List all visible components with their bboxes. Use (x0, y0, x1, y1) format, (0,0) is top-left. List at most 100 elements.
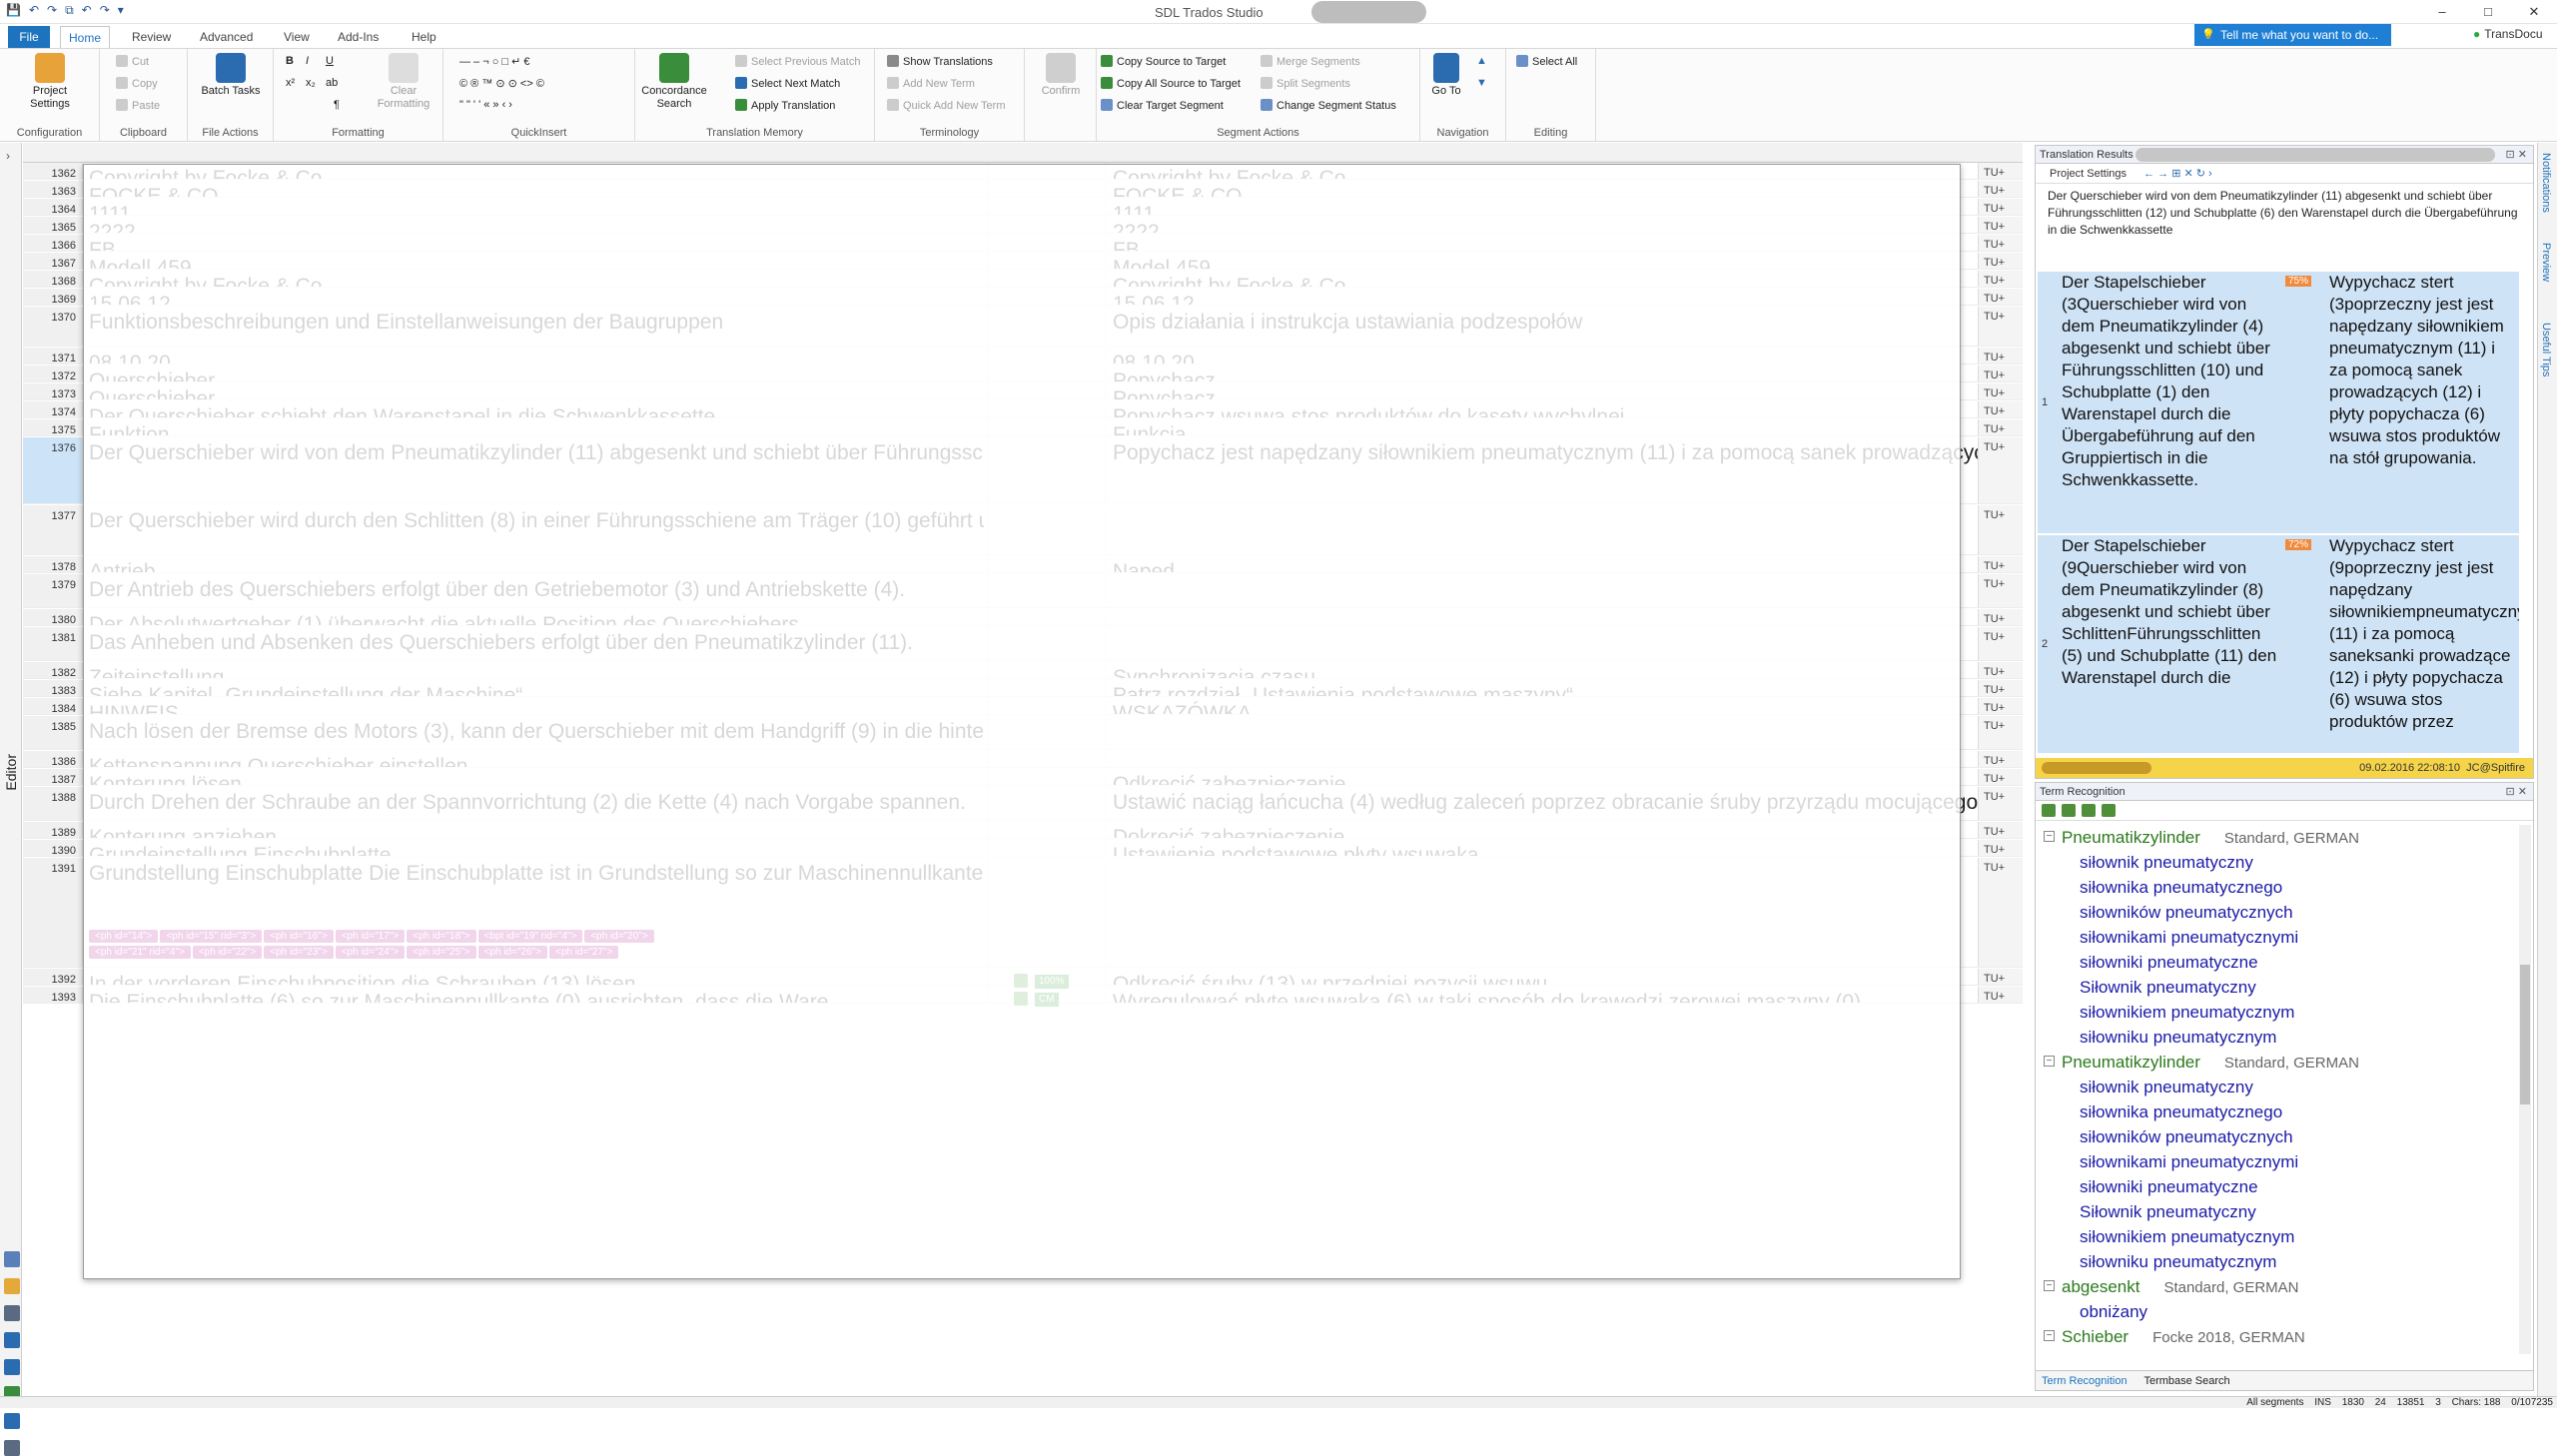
termbase-icon-2[interactable] (2062, 804, 2076, 817)
quickinsert-row-3[interactable]: " " ' ' « » ‹ › (459, 99, 512, 111)
segment-number[interactable]: 1385 (23, 716, 83, 749)
term-translation[interactable]: Siłownik pneumatyczny (2044, 975, 2513, 1000)
term-translation[interactable]: siłownika pneumatycznego (2044, 1099, 2513, 1124)
tab-review[interactable]: Review (124, 26, 179, 48)
segment-number[interactable]: 1371 (23, 348, 83, 364)
paste-button[interactable]: Paste (116, 99, 160, 112)
undo-icon-2[interactable]: ↶ (82, 3, 92, 18)
segment-number[interactable]: 1377 (23, 505, 83, 554)
change-segment-status-button[interactable]: Change Segment Status (1261, 99, 1396, 112)
tab-advanced[interactable]: Advanced (192, 26, 261, 48)
term-translation[interactable]: siłownikiem pneumatycznym (2044, 1000, 2513, 1025)
segment-number[interactable]: 1389 (23, 822, 83, 839)
segment-number[interactable]: 1364 (23, 199, 83, 216)
segment-number[interactable]: 1374 (23, 401, 83, 418)
redo-icon[interactable]: ↷ (47, 3, 57, 18)
strikethrough-button[interactable]: ab (326, 77, 338, 89)
tools-icon[interactable] (4, 1440, 20, 1456)
tab-help[interactable]: Help (404, 26, 444, 48)
preview-tab[interactable]: Preview (2540, 243, 2552, 282)
useful-tips-tab[interactable]: Useful Tips (2540, 323, 2552, 376)
term-translation[interactable]: Element przesuwny (2044, 1349, 2513, 1354)
term-scrollbar[interactable] (2519, 825, 2531, 1354)
segment-number[interactable]: 1388 (23, 787, 83, 820)
segment-number[interactable]: 1391 (23, 858, 83, 967)
segment-number[interactable]: 1390 (23, 840, 83, 857)
subscript-button[interactable]: x₂ (306, 77, 316, 89)
segment-number[interactable]: 1386 (23, 751, 83, 768)
collapse-icon[interactable]: − (2044, 1056, 2055, 1067)
term-pane-controls[interactable]: ⊡ ✕ (2506, 783, 2528, 801)
show-formatting-button[interactable]: ¶ (334, 99, 340, 111)
segment-number[interactable]: 1362 (23, 163, 83, 180)
expand-chevron-icon[interactable]: › (6, 149, 10, 163)
tell-me-search[interactable]: Tell me what you want to do... (2194, 24, 2391, 46)
show-translations-button[interactable]: Show Translations (887, 55, 993, 68)
quickinsert-row-2[interactable]: © ® ™ ⊙ ⊙ <> © (459, 77, 544, 90)
minimize-button[interactable]: – (2419, 0, 2465, 24)
maximize-button[interactable]: □ (2465, 0, 2511, 24)
select-previous-match-button[interactable]: Select Previous Match (735, 55, 860, 68)
batch-tasks-button[interactable]: Batch Tasks (198, 53, 264, 98)
segment-number[interactable]: 1381 (23, 627, 83, 660)
collapse-icon[interactable]: − (2044, 1330, 2055, 1341)
segment-number[interactable]: 1369 (23, 289, 83, 306)
superscript-button[interactable]: x² (286, 77, 295, 89)
confirm-button[interactable]: Confirm (1033, 53, 1089, 98)
apply-translation-button[interactable]: Apply Translation (735, 99, 835, 112)
segment-number[interactable]: 1383 (23, 680, 83, 697)
merge-segments-button[interactable]: Merge Segments (1261, 55, 1360, 68)
segment-number[interactable]: 1380 (23, 609, 83, 626)
term-translation[interactable]: obniżany (2044, 1299, 2513, 1324)
segment-number[interactable]: 1375 (23, 419, 83, 436)
term-translation[interactable]: siłownikami pneumatycznymi (2044, 1149, 2513, 1174)
term-translation[interactable]: siłownik pneumatyczny (2044, 1075, 2513, 1099)
projects-icon[interactable] (4, 1278, 20, 1294)
underline-button[interactable]: U (326, 55, 334, 67)
search-icon[interactable] (4, 1413, 20, 1429)
copy-source-to-target-button[interactable]: Copy Source to Target (1101, 55, 1226, 68)
tab-view[interactable]: View (276, 26, 318, 48)
segment-number[interactable]: 1367 (23, 253, 83, 270)
clear-formatting-button[interactable]: Clear Formatting (374, 53, 433, 111)
tab-add-ins[interactable]: Add-Ins (330, 26, 387, 48)
tm-hit[interactable]: 1 Der Stapelschieber (3Querschieber wird … (2038, 272, 2519, 533)
segment-number[interactable]: 1370 (23, 307, 83, 346)
segment-number[interactable]: 1366 (23, 235, 83, 252)
tab-file[interactable]: File (8, 26, 50, 48)
select-all-button[interactable]: Select All (1516, 55, 1577, 68)
term-translation[interactable]: siłownikiem pneumatycznym (2044, 1224, 2513, 1249)
term-translation[interactable]: siłownikami pneumatycznymi (2044, 925, 2513, 950)
segment-number[interactable]: 1376 (23, 437, 83, 503)
tab-home[interactable]: Home (60, 26, 111, 48)
term-translation[interactable]: siłowniki pneumatyczne (2044, 950, 2513, 975)
project-settings-button[interactable]: Project Settings (18, 53, 82, 111)
save-icon[interactable]: 💾 (6, 3, 21, 18)
term-translation[interactable]: siłowników pneumatycznych (2044, 900, 2513, 925)
term-translation[interactable]: siłowniku pneumatycznym (2044, 1025, 2513, 1050)
bold-button[interactable]: B (286, 55, 294, 67)
term-entry[interactable]: − Pneumatikzylinder Standard, GERMAN (2044, 825, 2513, 850)
italic-button[interactable]: I (306, 55, 309, 67)
home-icon[interactable] (4, 1251, 20, 1267)
segment-number[interactable]: 1393 (23, 987, 83, 1004)
term-scroll-thumb[interactable] (2520, 965, 2530, 1104)
segment-filter[interactable]: All segments (2246, 1397, 2303, 1408)
go-to-button[interactable]: Go To (1426, 53, 1466, 98)
concordance-search-button[interactable]: Concordance Search (639, 53, 709, 111)
reports-icon[interactable] (4, 1332, 20, 1348)
editor-icon[interactable] (4, 1359, 20, 1375)
files-icon[interactable] (4, 1305, 20, 1321)
close-button[interactable]: ✕ (2511, 0, 2557, 24)
term-entry[interactable]: − Pneumatikzylinder Standard, GERMAN (2044, 1050, 2513, 1075)
tab-termbase-search[interactable]: Termbase Search (2143, 1375, 2229, 1387)
term-translation[interactable]: siłowniku pneumatycznym (2044, 1249, 2513, 1274)
copy-icon[interactable]: ⧉ (65, 3, 74, 18)
undo-icon[interactable]: ↶ (29, 3, 39, 18)
quick-add-new-term-button[interactable]: Quick Add New Term (887, 99, 1006, 112)
dropdown-icon[interactable]: ▾ (118, 3, 124, 18)
term-entry[interactable]: − abgesenkt Standard, GERMAN (2044, 1274, 2513, 1299)
segment-number[interactable]: 1373 (23, 383, 83, 400)
segment-number[interactable]: 1372 (23, 365, 83, 382)
segment-number[interactable]: 1379 (23, 574, 83, 607)
